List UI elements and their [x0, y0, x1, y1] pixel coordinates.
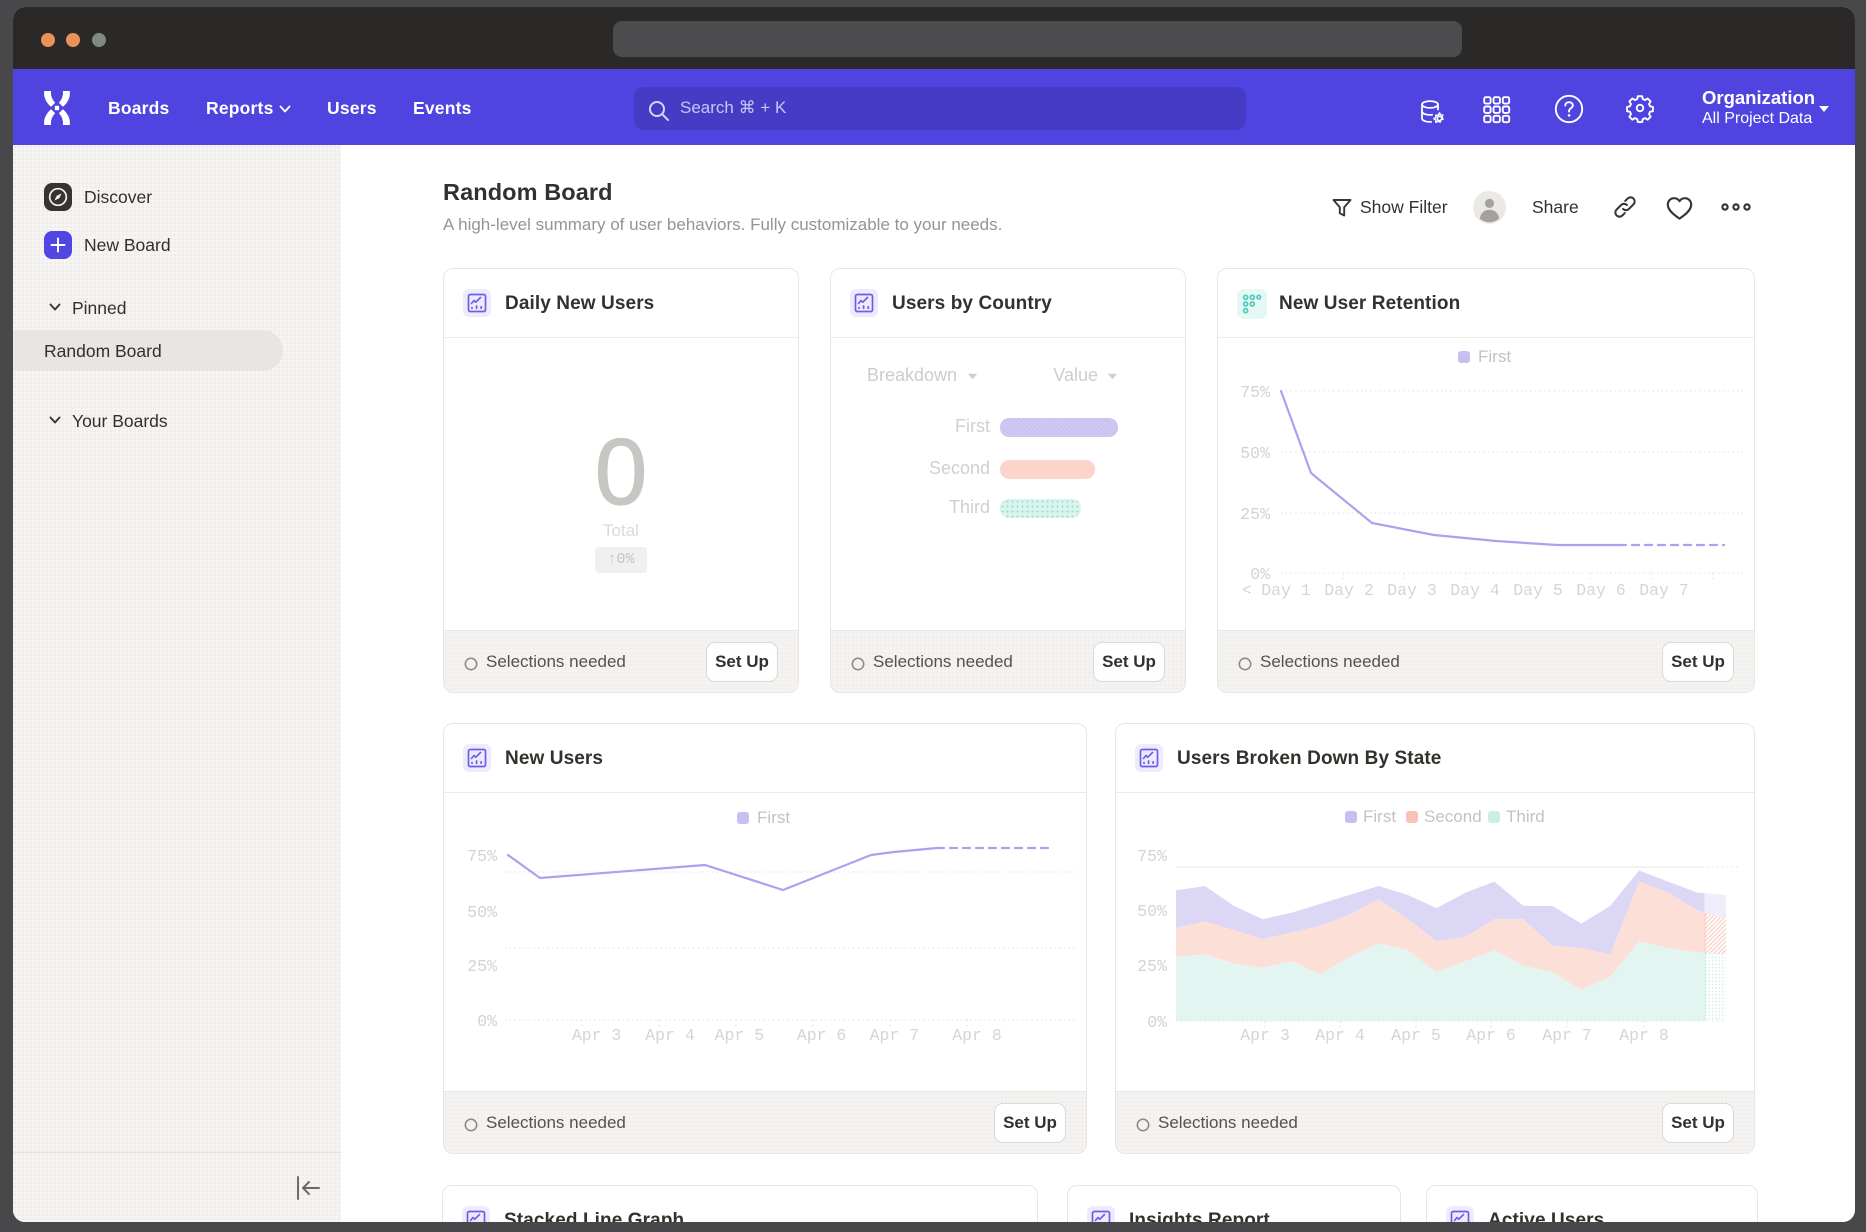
- svg-text:Third: Third: [1506, 807, 1545, 826]
- svg-text:75%: 75%: [1240, 383, 1270, 402]
- svg-text:Apr 7: Apr 7: [1542, 1026, 1592, 1045]
- svg-text:25%: 25%: [1137, 957, 1167, 976]
- svg-text:Apr 3: Apr 3: [572, 1026, 622, 1045]
- svg-text:50%: 50%: [1137, 902, 1167, 921]
- svg-text:50%: 50%: [467, 903, 497, 922]
- svg-text:75%: 75%: [467, 847, 497, 866]
- svg-text:Day 5: Day 5: [1513, 581, 1563, 600]
- svg-text:25%: 25%: [467, 957, 497, 976]
- svg-text:0%: 0%: [1147, 1013, 1167, 1032]
- svg-text:75%: 75%: [1137, 847, 1167, 866]
- svg-text:First: First: [1363, 807, 1396, 826]
- svg-text:Apr 4: Apr 4: [1315, 1026, 1365, 1045]
- svg-text:Day 3: Day 3: [1387, 581, 1437, 600]
- svg-text:Apr 8: Apr 8: [1619, 1026, 1669, 1045]
- svg-text:Apr 3: Apr 3: [1240, 1026, 1290, 1045]
- svg-text:50%: 50%: [1240, 444, 1270, 463]
- svg-text:Day 6: Day 6: [1576, 581, 1626, 600]
- svg-text:0%: 0%: [477, 1012, 497, 1031]
- svg-text:Apr 6: Apr 6: [797, 1026, 847, 1045]
- svg-text:Day 1: Day 1: [1261, 581, 1311, 600]
- svg-text:First: First: [757, 808, 790, 827]
- svg-text:Apr 8: Apr 8: [952, 1026, 1002, 1045]
- svg-text:<: <: [1242, 581, 1252, 600]
- svg-text:Day 7: Day 7: [1639, 581, 1689, 600]
- svg-text:Apr 5: Apr 5: [1391, 1026, 1441, 1045]
- svg-text:Apr 7: Apr 7: [870, 1026, 920, 1045]
- svg-text:Apr 5: Apr 5: [715, 1026, 765, 1045]
- svg-text:Day 2: Day 2: [1324, 581, 1374, 600]
- svg-text:Second: Second: [1424, 807, 1482, 826]
- svg-text:25%: 25%: [1240, 505, 1270, 524]
- svg-text:First: First: [1478, 347, 1511, 366]
- svg-text:Day 4: Day 4: [1450, 581, 1500, 600]
- svg-text:Apr 6: Apr 6: [1466, 1026, 1516, 1045]
- svg-text:Apr 4: Apr 4: [645, 1026, 695, 1045]
